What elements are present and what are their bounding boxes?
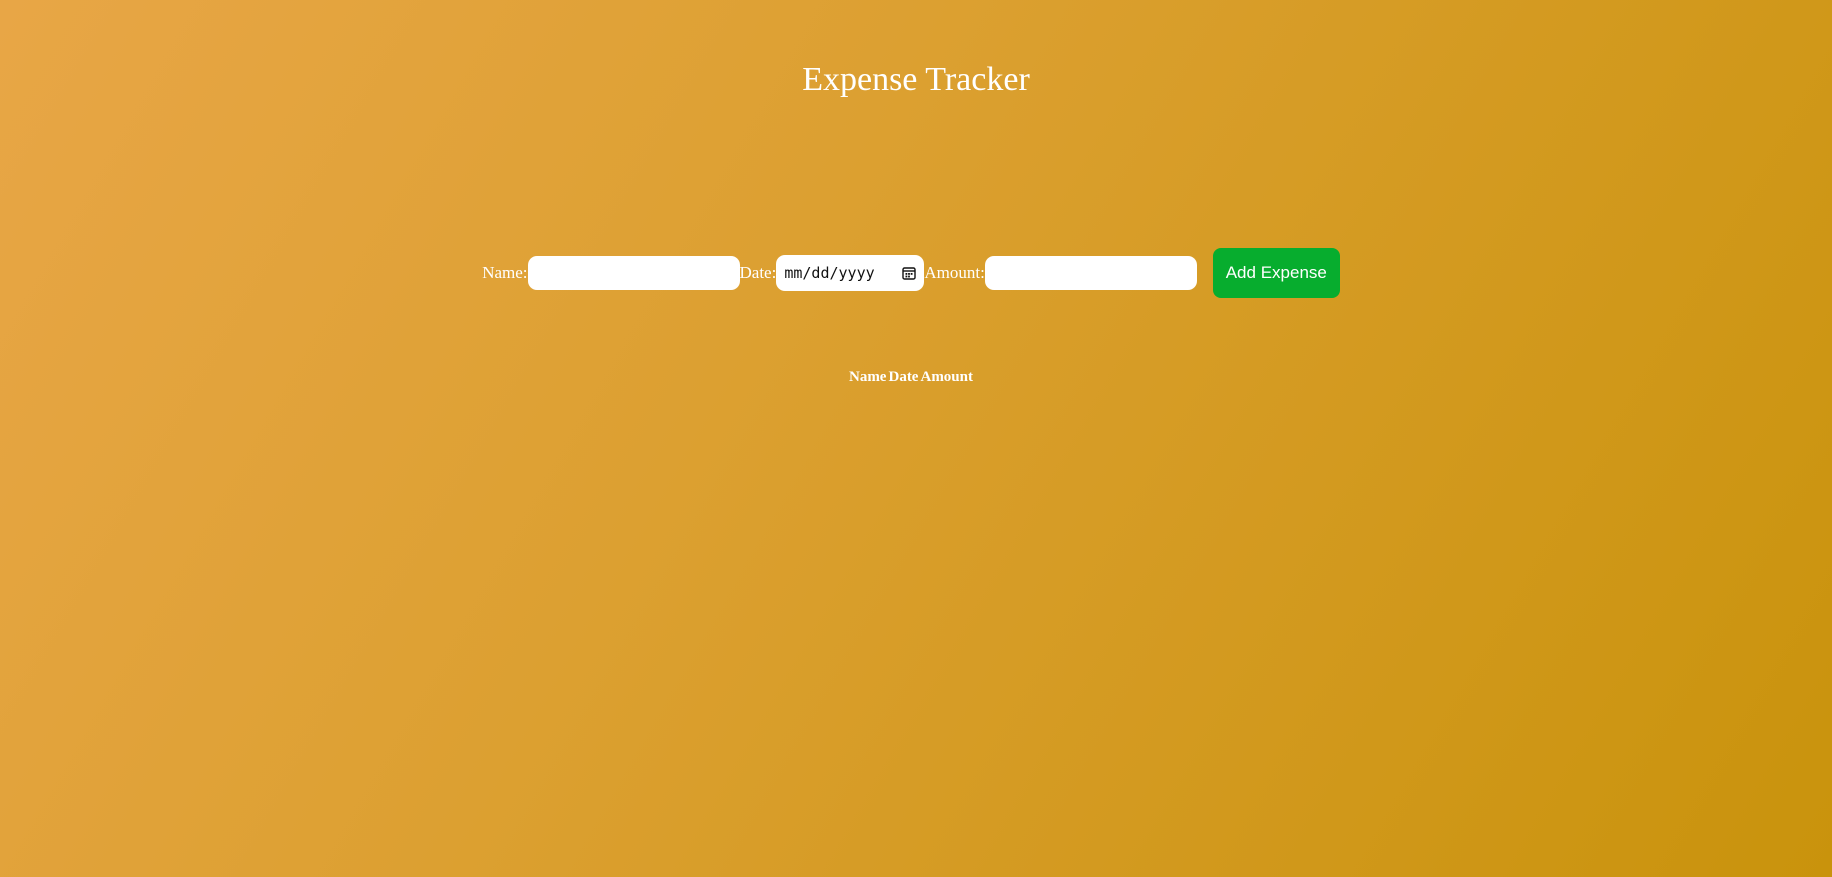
date-input[interactable]: mm/dd/yyyy xyxy=(776,255,925,291)
column-header-date: Date xyxy=(888,369,919,385)
expense-table: Name Date Amount xyxy=(848,369,974,386)
expense-form: Name: Date: mm/dd/yyyy Amount: Add Expen… xyxy=(0,248,1822,298)
amount-label: Amount: xyxy=(924,263,985,282)
date-placeholder: mm/dd/yyyy xyxy=(784,264,875,282)
table-header-row: Name Date Amount xyxy=(848,369,974,386)
add-expense-button[interactable]: Add Expense xyxy=(1212,248,1340,298)
date-label: Date: xyxy=(739,263,777,282)
calendar-icon[interactable] xyxy=(902,266,917,280)
expense-table-container: Name Date Amount xyxy=(0,369,1822,386)
amount-input[interactable] xyxy=(984,256,1197,290)
column-header-amount: Amount xyxy=(920,369,973,385)
name-label: Name: xyxy=(482,263,528,282)
page-title: Expense Tracker xyxy=(802,61,1030,98)
column-header-name: Name xyxy=(848,369,887,385)
name-input[interactable] xyxy=(527,256,740,290)
